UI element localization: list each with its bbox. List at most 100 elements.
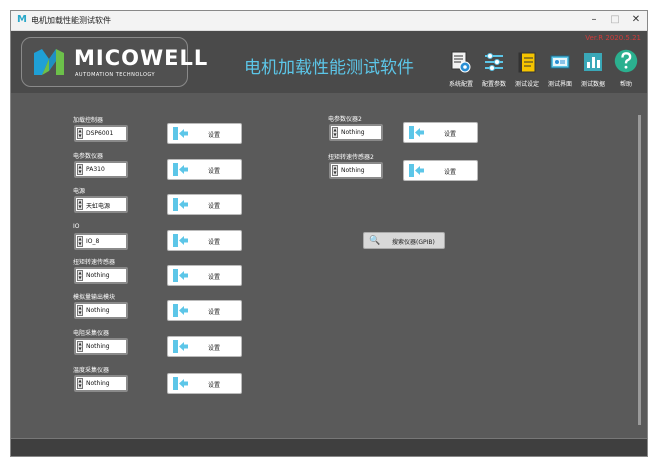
button-label: 设置 — [208, 382, 221, 389]
spinner-icon[interactable]: ▲ ▼ — [77, 305, 83, 316]
app-title: 电机加载性能测试软件 — [244, 58, 414, 78]
logo-subtitle: AUTOMATION TECHNOLOGY — [75, 72, 156, 78]
spinner-icon[interactable]: ▲ ▼ — [77, 378, 83, 389]
logo-text: MICOWELL — [74, 46, 209, 70]
micowell-logo-icon — [34, 49, 64, 75]
label-io: IO — [73, 223, 80, 230]
torque-sensor-2-settings-button[interactable]: 设置 — [403, 160, 478, 181]
spinner-icon[interactable]: ▲ ▼ — [77, 270, 83, 281]
login-arrow-icon — [173, 198, 188, 211]
toolbar-test-data[interactable]: 测试数据 — [576, 49, 610, 93]
power-supply-select[interactable]: ▲ ▼ 天虹电源 — [74, 196, 128, 213]
load-controller-select[interactable]: ▲ ▼ DSP6001 — [74, 125, 128, 142]
temperature-meter-settings-button[interactable]: 设置 — [167, 373, 242, 394]
label-power-analyzer: 电参数仪器 — [73, 153, 104, 160]
label-torque-sensor: 扭矩转速传感器 — [73, 259, 116, 266]
select-value: Nothing — [86, 380, 110, 387]
spinner-icon[interactable]: ▲ ▼ — [77, 341, 83, 352]
button-label: 设置 — [208, 168, 221, 175]
system-config-icon — [451, 51, 471, 73]
button-label: 设置 — [208, 309, 221, 316]
help-icon — [614, 49, 638, 73]
login-arrow-icon — [173, 304, 188, 317]
label-analog-output: 模拟量输出模块 — [73, 294, 116, 301]
label-resistance-meter: 电阻采集仪器 — [73, 330, 110, 337]
login-arrow-icon — [173, 163, 188, 176]
torque-sensor-select[interactable]: ▲ ▼ Nothing — [74, 267, 128, 284]
vertical-scrollbar[interactable] — [638, 115, 641, 425]
label-load-controller: 加载控制器 — [73, 117, 104, 124]
toolbar-label: 帮助 — [619, 81, 632, 88]
temperature-meter-select[interactable]: ▲ ▼ Nothing — [74, 375, 128, 392]
select-value: Nothing — [341, 129, 365, 136]
select-value: Nothing — [86, 307, 110, 314]
main-toolbar: 系统配置 配置参数 测试设定 测试界面 测试数据 帮助 — [444, 49, 644, 93]
label-temperature-meter: 温度采集仪器 — [73, 367, 110, 374]
app-header: MICOWELL AUTOMATION TECHNOLOGY 电机加载性能测试软… — [11, 31, 647, 93]
spinner-icon[interactable]: ▲ ▼ — [77, 236, 83, 247]
app-window: M 电机加载性能测试软件 – □ ✕ MICOWELL AUTOMATION T… — [10, 10, 648, 457]
io-select[interactable]: ▲ ▼ IO_8 — [74, 233, 128, 250]
select-value: Nothing — [86, 272, 110, 279]
button-label: 设置 — [444, 169, 457, 176]
button-label: 搜索仪器(GPIB) — [392, 239, 435, 246]
io-settings-button[interactable]: 设置 — [167, 230, 242, 251]
button-label: 设置 — [208, 132, 221, 139]
window-title: 电机加载性能测试软件 — [31, 16, 111, 25]
button-label: 设置 — [208, 345, 221, 352]
analog-output-select[interactable]: ▲ ▼ Nothing — [74, 302, 128, 319]
status-strip — [11, 438, 647, 456]
power-supply-settings-button[interactable]: 设置 — [167, 194, 242, 215]
button-label: 设置 — [444, 131, 457, 138]
resistance-meter-settings-button[interactable]: 设置 — [167, 336, 242, 357]
analog-output-settings-button[interactable]: 设置 — [167, 300, 242, 321]
power-analyzer-2-settings-button[interactable]: 设置 — [403, 122, 478, 143]
button-label: 设置 — [208, 239, 221, 246]
select-value: IO_8 — [86, 238, 100, 245]
version-label: Ver.R 2020.5.21 — [585, 34, 641, 42]
sliders-icon — [485, 53, 503, 71]
label-power-supply: 电源 — [73, 188, 86, 195]
spinner-icon[interactable]: ▲ ▼ — [332, 127, 338, 138]
notepad-icon — [518, 52, 536, 73]
close-icon[interactable]: ✕ — [627, 13, 645, 27]
toolbar-help[interactable]: 帮助 — [609, 49, 643, 93]
label-power-analyzer-2: 电参数仪器2 — [328, 116, 362, 123]
spinner-icon[interactable]: ▲ ▼ — [332, 165, 338, 176]
toolbar-system-config[interactable]: 系统配置 — [444, 49, 478, 93]
select-value: PA310 — [86, 166, 105, 173]
torque-sensor-2-select[interactable]: ▲ ▼ Nothing — [329, 162, 383, 179]
label-torque-sensor-2: 扭矩转速传感器2 — [328, 154, 374, 161]
power-analyzer-settings-button[interactable]: 设置 — [167, 159, 242, 180]
maximize-icon[interactable]: □ — [606, 13, 624, 27]
minimize-icon[interactable]: – — [585, 13, 603, 27]
select-value: Nothing — [86, 343, 110, 350]
scan-gpib-button[interactable]: 🔍 搜索仪器(GPIB) — [363, 232, 445, 249]
select-value: Nothing — [341, 167, 365, 174]
login-arrow-icon — [173, 269, 188, 282]
toolbar-config-params[interactable]: 配置参数 — [477, 49, 511, 93]
button-label: 设置 — [208, 274, 221, 281]
login-arrow-icon — [173, 234, 188, 247]
config-panel: 加载控制器 ▲ ▼ DSP6001 设置 电参数仪器 ▲ ▼ PA310 设置 电源 — [11, 93, 647, 448]
toolbar-test-settings[interactable]: 测试设定 — [510, 49, 544, 93]
app-logo-icon: M — [17, 14, 27, 25]
company-logo: MICOWELL AUTOMATION TECHNOLOGY — [21, 37, 207, 87]
spinner-icon[interactable]: ▲ ▼ — [77, 128, 83, 139]
button-label: 设置 — [208, 203, 221, 210]
torque-sensor-settings-button[interactable]: 设置 — [167, 265, 242, 286]
login-arrow-icon — [173, 340, 188, 353]
resistance-meter-select[interactable]: ▲ ▼ Nothing — [74, 338, 128, 355]
spinner-icon[interactable]: ▲ ▼ — [77, 164, 83, 175]
spinner-icon[interactable]: ▲ ▼ — [77, 199, 83, 210]
toolbar-test-interface[interactable]: 测试界面 — [543, 49, 577, 93]
title-bar: M 电机加载性能测试软件 – □ ✕ — [11, 11, 647, 31]
login-arrow-icon — [409, 164, 424, 177]
select-value: DSP6001 — [86, 130, 114, 137]
search-icon: 🔍 — [369, 236, 381, 246]
power-analyzer-select[interactable]: ▲ ▼ PA310 — [74, 161, 128, 178]
load-controller-settings-button[interactable]: 设置 — [167, 123, 242, 144]
chart-icon — [584, 53, 602, 71]
power-analyzer-2-select[interactable]: ▲ ▼ Nothing — [329, 124, 383, 141]
select-value: 天虹电源 — [86, 203, 111, 210]
